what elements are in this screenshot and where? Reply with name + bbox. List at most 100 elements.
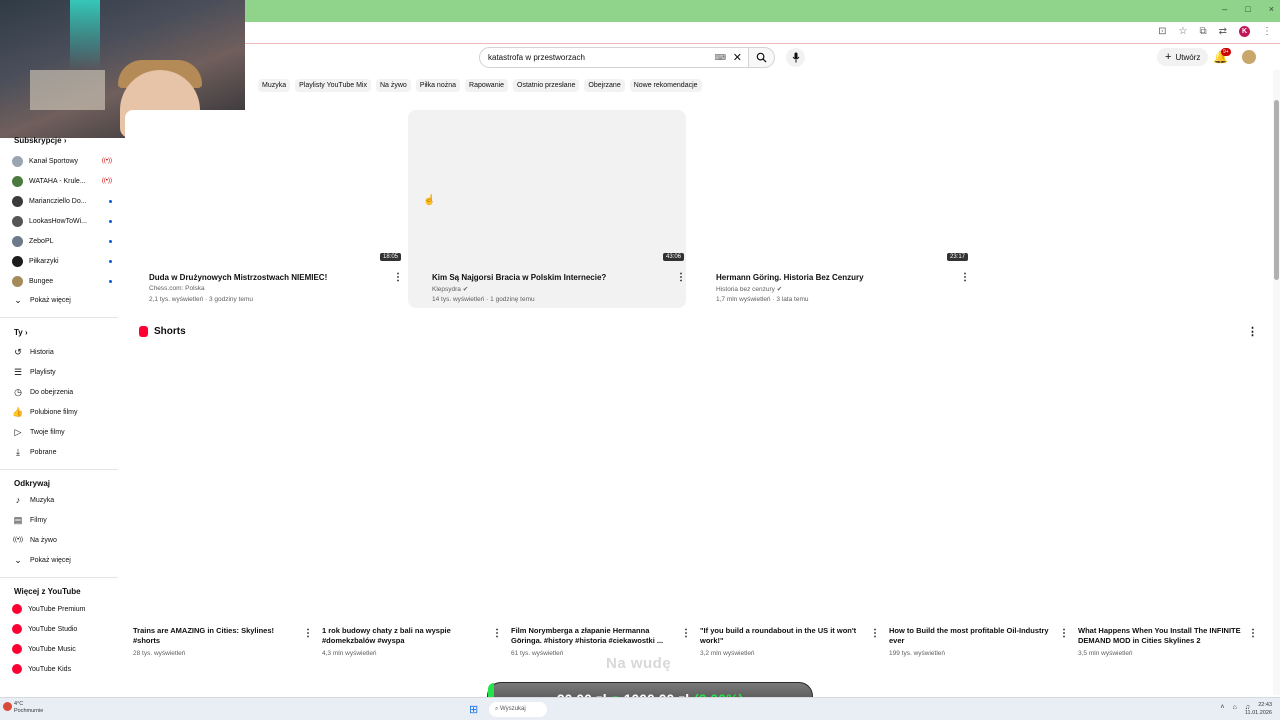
scrollbar-thumb[interactable] (1274, 100, 1279, 280)
video-menu-icon[interactable]: ⋮ (393, 272, 403, 283)
playlist-icon: ☰ (13, 366, 23, 377)
minimize-icon[interactable]: – (1222, 4, 1227, 14)
short-menu-icon[interactable]: ⋮ (303, 628, 313, 639)
you-heading[interactable]: Ty › (14, 328, 28, 337)
voice-search-button[interactable] (786, 48, 805, 67)
sidebar-item[interactable]: 👍 Polubione filmy (12, 405, 112, 419)
short-menu-icon[interactable]: ⋮ (1248, 628, 1258, 639)
video-menu-icon[interactable]: ⋮ (960, 272, 970, 283)
sidebar-item[interactable]: YouTube Kids (12, 662, 112, 676)
sidebar-item[interactable]: ▷ Twoje filmy (12, 425, 112, 439)
video-card[interactable]: 43:06 Kim Są Najgorsi Bracia w Polskim In… (408, 110, 686, 310)
video-thumbnail[interactable] (125, 110, 403, 265)
video-channel[interactable]: Historia bez cenzury ✔ (716, 285, 782, 293)
chip-5[interactable]: Ostatnio przesłane (513, 79, 580, 92)
video-thumbnail[interactable] (692, 110, 970, 265)
more-from-youtube-heading: Więcej z YouTube (14, 587, 81, 596)
video-title[interactable]: Kim Są Najgorsi Bracia w Polskim Interne… (432, 273, 672, 282)
sidebar-item[interactable]: ☰ Playlisty (12, 365, 112, 379)
clear-search-icon[interactable]: ✕ (733, 51, 742, 64)
video-title[interactable]: Hermann Göring. Historia Bez Cenzury (716, 273, 956, 282)
video-menu-icon[interactable]: ⋮ (676, 272, 686, 283)
short-title[interactable]: What Happens When You Install The INFINI… (1078, 626, 1246, 646)
sidebar-item[interactable]: ⤓ Pobrane (12, 445, 112, 459)
search-button[interactable] (749, 47, 775, 68)
sidebar-item-label: Muzyka (30, 496, 55, 504)
chip-7[interactable]: Nowe rekomendacje (629, 79, 702, 92)
sidebar-subscription[interactable]: Mariancziello Do... (12, 194, 112, 208)
chip-3[interactable]: Piłka nożna (415, 79, 461, 92)
verified-badge-icon: ✔ (774, 286, 783, 293)
chip-1[interactable]: Playlisty YouTube Mix (295, 79, 371, 92)
chip-0[interactable]: Muzyka (258, 79, 291, 92)
short-views: 4,3 mln wyświetleń (322, 650, 377, 657)
sidebar-subscription[interactable]: LookasHowToWi... (12, 214, 112, 228)
window-controls: – □ × (1222, 4, 1274, 14)
chip-4[interactable]: Rapowanie (465, 79, 509, 92)
short-title[interactable]: Trains are AMAZING in Cities: Skylines! … (133, 626, 301, 646)
network-icon[interactable]: ⌂ (1233, 704, 1237, 711)
sidebar-subscription[interactable]: WATAHA - Krule... ((•)) (12, 174, 112, 188)
sidebar-item[interactable]: YouTube Premium (12, 602, 112, 616)
weather-widget[interactable]: 4°C Pochmurnie (14, 701, 43, 715)
translate-icon[interactable]: ⇄ (1219, 26, 1227, 37)
close-window-icon[interactable]: × (1269, 4, 1274, 14)
taskbar-search[interactable]: ⌕ Wyszukaj (489, 702, 547, 717)
sidebar-item[interactable]: ▤ Filmy (12, 513, 112, 527)
maximize-icon[interactable]: □ (1245, 4, 1250, 14)
sidebar-subscription[interactable]: ZeboPL (12, 234, 112, 248)
sidebar-item-label: Pokaż więcej (30, 296, 71, 304)
sidebar-item[interactable]: ◷ Do obejrzenia (12, 385, 112, 399)
keyboard-icon[interactable]: ⌨ (714, 53, 726, 62)
video-card[interactable]: 18:05 Duda w Drużynowych Mistrzostwach NI… (125, 110, 403, 310)
extensions-icon[interactable]: ⧉ (1199, 26, 1206, 37)
video-card[interactable]: 23:17 Hermann Göring. Historia Bez Cenzur… (692, 110, 970, 310)
browser-menu-icon[interactable]: ⋮ (1262, 26, 1272, 37)
sidebar-item[interactable]: ♪ Muzyka (12, 493, 112, 507)
video-meta: 1,7 mln wyświetleń · 3 lata temu (716, 296, 809, 303)
short-title[interactable]: 1 rok budowy chaty z bali na wyspie #dom… (322, 626, 490, 646)
sidebar-subscription[interactable]: Bungee (12, 274, 112, 288)
sidebar-item[interactable]: YouTube Studio (12, 622, 112, 636)
tray-chevron-icon[interactable]: ˄ (1220, 704, 1224, 711)
new-content-dot (109, 219, 112, 223)
short-menu-icon[interactable]: ⋮ (681, 628, 691, 639)
video-title[interactable]: Duda w Drużynowych Mistrzostwach NIEMIEC… (149, 273, 389, 282)
taskbar-clock[interactable]: 22:43 11.01.2026 (1245, 701, 1272, 717)
short-menu-icon[interactable]: ⋮ (1059, 628, 1069, 639)
sidebar-item[interactable]: YouTube Music (12, 642, 112, 656)
video-channel[interactable]: Chess.com: Polska (149, 285, 205, 292)
channel-avatar (12, 175, 23, 187)
bookmark-star-icon[interactable]: ☆ (1179, 26, 1188, 37)
account-avatar[interactable] (1242, 50, 1256, 64)
sidebar-subscription[interactable]: Piłkarzyki (12, 254, 112, 268)
video-channel[interactable]: Klepsydra ✔ (432, 285, 468, 293)
channel-avatar (12, 235, 23, 247)
page-scrollbar[interactable] (1273, 70, 1280, 695)
search-input[interactable]: katastrofa w przestworzach ⌨ ✕ (479, 47, 749, 68)
sidebar-item[interactable]: ((•)) Na żywo (12, 533, 112, 547)
show-more-subscriptions[interactable]: ⌄ Pokaż więcej (12, 293, 112, 307)
subscriptions-heading[interactable]: Subskrypcje › (14, 136, 66, 145)
create-button[interactable]: + Utwórz (1157, 48, 1209, 66)
sidebar-subscription[interactable]: Kanał Sportowy ((•)) (12, 154, 112, 168)
short-title[interactable]: How to Build the most profitable Oil-Ind… (889, 626, 1057, 646)
chip-2[interactable]: Na żywo (375, 79, 411, 92)
chip-6[interactable]: Obejrzane (584, 79, 625, 92)
search-icon (756, 52, 767, 63)
install-app-icon[interactable]: ⊡ (1158, 26, 1166, 37)
sidebar-item-label: Piłkarzyki (29, 257, 59, 265)
weather-icon (3, 702, 12, 711)
short-menu-icon[interactable]: ⋮ (492, 628, 502, 639)
taskbar-search-label: Wyszukaj (500, 706, 526, 712)
short-title[interactable]: "If you build a roundabout in the US it … (700, 626, 868, 646)
short-title[interactable]: Film Norymberga a złapanie Hermanna Göri… (511, 626, 679, 646)
windows-start-icon[interactable]: ⊞ (469, 703, 478, 716)
sidebar-item[interactable]: ↺ Historia (12, 345, 112, 359)
short-menu-icon[interactable]: ⋮ (870, 628, 880, 639)
shorts-menu-icon[interactable]: ⋮ (1247, 325, 1258, 338)
video-meta: 2,1 tys. wyświetleń · 3 godziny temu (149, 296, 254, 303)
show-more-explore[interactable]: ⌄ Pokaż więcej (12, 553, 112, 567)
sidebar: Subskrypcje › Ty › Odkrywaj Więcej z You… (0, 132, 118, 692)
browser-profile-avatar[interactable]: K (1239, 26, 1250, 37)
